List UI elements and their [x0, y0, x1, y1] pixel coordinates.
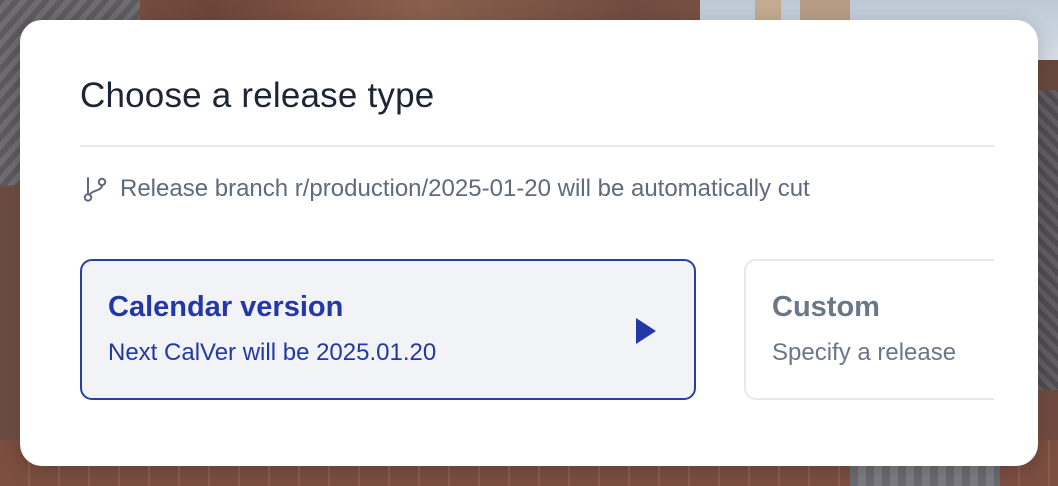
dialog-title: Choose a release type — [80, 76, 435, 115]
release-type-dialog: Choose a release type Release branch r/p… — [20, 20, 1038, 466]
option-subtitle: Next CalVer will be 2025.01.20 — [108, 339, 437, 366]
git-branch-icon — [80, 174, 110, 204]
option-calendar-version[interactable]: Calendar version Next CalVer will be 202… — [80, 259, 696, 400]
branch-info-text: Release branch r/production/2025-01-20 w… — [120, 175, 810, 202]
branch-info: Release branch r/production/2025-01-20 w… — [80, 172, 994, 206]
divider — [80, 145, 994, 147]
play-icon — [634, 317, 658, 345]
release-options: Calendar version Next CalVer will be 202… — [80, 259, 994, 404]
option-custom[interactable]: Custom Specify a release — [744, 259, 994, 400]
option-title: Custom — [772, 291, 880, 323]
option-subtitle: Specify a release — [772, 339, 957, 366]
option-title: Calendar version — [108, 291, 344, 323]
